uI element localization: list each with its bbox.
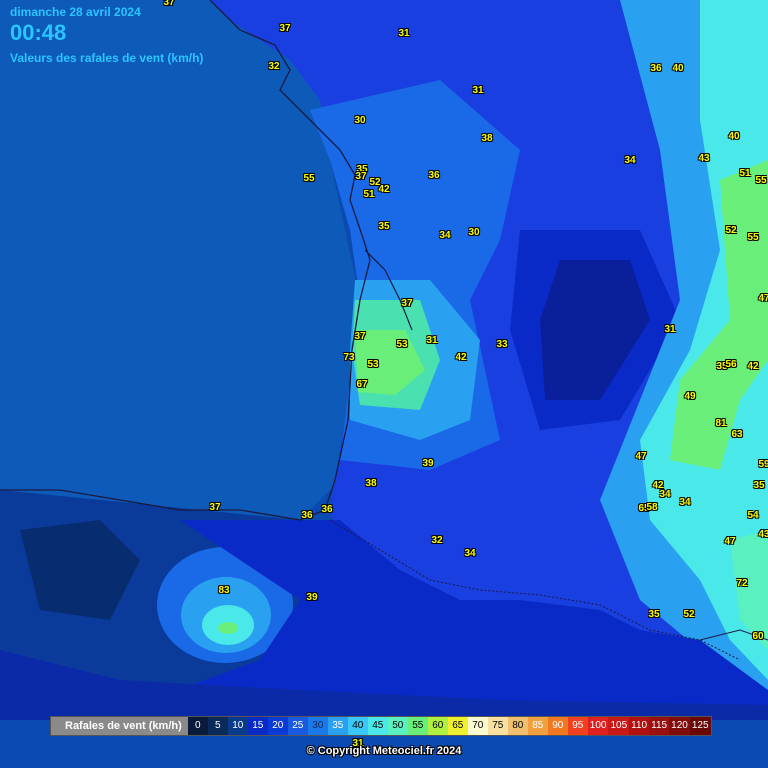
gust-value-label: 60 xyxy=(752,631,764,642)
gust-value-label: 47 xyxy=(758,293,768,304)
gust-value-label: 40 xyxy=(672,63,684,74)
gust-value-label: 47 xyxy=(635,451,647,462)
gust-value-label: 59 xyxy=(758,459,768,470)
gust-value-label: 43 xyxy=(698,153,710,164)
forecast-date: dimanche 28 avril 2024 xyxy=(10,5,141,19)
gust-value-label: 49 xyxy=(684,391,696,402)
gust-value-label: 38 xyxy=(365,478,377,489)
gust-value-label: 55 xyxy=(747,232,759,243)
gust-value-label: 53 xyxy=(367,359,379,370)
gust-value-label: 39 xyxy=(306,592,318,603)
legend-cell: 110 xyxy=(629,717,650,735)
legend-title: Rafales de vent (km/h) xyxy=(65,720,182,732)
gust-value-label: 31 xyxy=(426,335,438,346)
legend-cell: 115 xyxy=(649,717,670,735)
gust-value-label: 37 xyxy=(279,23,291,34)
gust-value-label: 40 xyxy=(728,131,740,142)
gust-value-label: 33 xyxy=(496,339,508,350)
gust-value-label: 51 xyxy=(739,168,751,179)
legend-cell: 105 xyxy=(608,717,630,735)
gust-value-label: 55 xyxy=(755,175,767,186)
gust-value-label: 39 xyxy=(422,458,434,469)
gust-value-label: 81 xyxy=(715,418,727,429)
legend-cell: 20 xyxy=(267,717,288,735)
gust-value-label: 52 xyxy=(683,609,695,620)
swirl-core xyxy=(218,622,238,634)
gust-value-label: 42 xyxy=(455,352,467,363)
gust-value-label: 43 xyxy=(758,529,768,540)
gust-value-label: 36 xyxy=(650,63,662,74)
legend-scale: 0 5 10 15 20 25 30 35 40 45 50 55 60 65 70 75 80 85 90 95 10… xyxy=(187,717,711,735)
gust-value-label: 32 xyxy=(431,535,443,546)
legend-cell: 65 xyxy=(447,717,468,735)
gust-value-label: 56 xyxy=(725,359,737,370)
gust-value-label: 37 xyxy=(163,0,175,8)
gust-value-label: 52 xyxy=(725,225,737,236)
legend-cell: 90 xyxy=(547,717,568,735)
legend-cell: 10 xyxy=(227,717,248,735)
gust-value-label: 55 xyxy=(303,173,315,184)
gust-value-label: 31 xyxy=(472,85,484,96)
gust-value-label: 34 xyxy=(659,489,671,500)
gust-value-label: 54 xyxy=(747,510,759,521)
legend-cell: 100 xyxy=(587,717,609,735)
gust-value-label: 53 xyxy=(396,339,408,350)
gust-value-label: 38 xyxy=(481,133,493,144)
gust-value-label: 83 xyxy=(218,585,230,596)
gust-value-label: 34 xyxy=(439,230,451,241)
gust-value-label: 37 xyxy=(355,171,367,182)
legend-cell: 55 xyxy=(407,717,428,735)
gust-value-label: 34 xyxy=(679,497,691,508)
gust-value-label: 32 xyxy=(268,61,280,72)
gust-value-label: 36 xyxy=(428,170,440,181)
gust-value-label: 31 xyxy=(398,28,410,39)
legend-cell: 120 xyxy=(669,717,690,735)
legend-cell: 5 xyxy=(207,717,228,735)
gust-value-label: 73 xyxy=(343,352,355,363)
gust-value-label: 72 xyxy=(736,578,748,589)
legend-cell: 125 xyxy=(689,717,711,735)
legend-cell: 30 xyxy=(307,717,328,735)
gust-value-label: 47 xyxy=(724,536,736,547)
gust-value-label: 35 xyxy=(753,480,765,491)
legend-cell: 15 xyxy=(247,717,268,735)
color-legend: Rafales de vent (km/h) 0 5 10 15 20 25 30 35 40 4… xyxy=(50,716,712,736)
gust-value-label: 37 xyxy=(209,502,221,513)
legend-cell: 45 xyxy=(367,717,388,735)
gust-value-label: 37 xyxy=(354,331,366,342)
legend-cell: 25 xyxy=(287,717,308,735)
legend-cell: 0 xyxy=(187,717,208,735)
gust-value-label: 42 xyxy=(747,361,759,372)
legend-cell: 35 xyxy=(327,717,348,735)
gust-value-label: 37 xyxy=(401,298,413,309)
legend-cell: 80 xyxy=(507,717,528,735)
legend-cell: 95 xyxy=(567,717,588,735)
gust-value-label: 35 xyxy=(378,221,390,232)
wind-gust-map xyxy=(0,0,768,768)
copyright-notice: © Copyright Meteociel.fr 2024 xyxy=(306,745,462,757)
gust-value-label: 42 xyxy=(378,184,390,195)
legend-cell: 50 xyxy=(387,717,408,735)
gust-value-label: 51 xyxy=(363,189,375,200)
legend-cell: 60 xyxy=(427,717,448,735)
gust-value-label: 36 xyxy=(321,504,333,515)
legend-cell: 40 xyxy=(347,717,368,735)
gust-value-label: 31 xyxy=(664,324,676,335)
gust-value-label: 30 xyxy=(468,227,480,238)
gust-value-label: 58 xyxy=(646,502,658,513)
legend-cell: 75 xyxy=(487,717,508,735)
gust-value-label: 63 xyxy=(731,429,743,440)
forecast-time: 00:48 xyxy=(10,20,67,45)
gust-value-label: 30 xyxy=(354,115,366,126)
legend-cell: 70 xyxy=(467,717,488,735)
gust-value-label: 34 xyxy=(464,548,476,559)
gust-value-label: 35 xyxy=(648,609,660,620)
gust-value-label: 36 xyxy=(301,510,313,521)
gust-value-label: 67 xyxy=(356,379,368,390)
legend-cell: 85 xyxy=(527,717,548,735)
map-subtitle: Valeurs des rafales de vent (km/h) xyxy=(10,51,204,65)
gust-value-label: 34 xyxy=(624,155,636,166)
